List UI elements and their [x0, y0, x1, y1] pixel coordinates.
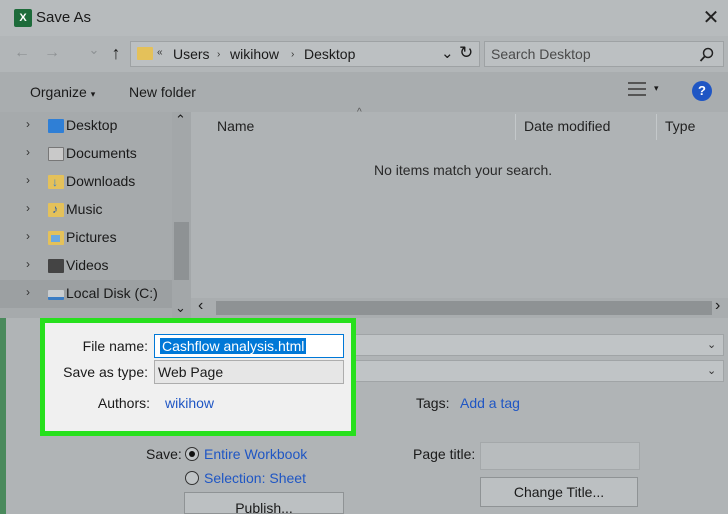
- help-icon[interactable]: ?: [692, 81, 712, 101]
- sort-arrow-icon: ^: [357, 107, 362, 118]
- forward-arrow-icon[interactable]: →: [42, 44, 62, 62]
- refresh-icon[interactable]: ↻: [459, 43, 473, 63]
- column-header-name[interactable]: Name: [217, 118, 254, 134]
- column-divider[interactable]: [515, 114, 516, 140]
- chevron-right-icon[interactable]: ›: [26, 285, 30, 299]
- column-divider[interactable]: [656, 114, 657, 140]
- file-list-pane: [191, 112, 728, 298]
- entire-workbook-option[interactable]: Entire Workbook: [204, 446, 307, 462]
- excel-icon: X: [14, 9, 32, 27]
- view-caret-icon[interactable]: ▾: [654, 83, 659, 94]
- view-options-icon[interactable]: [628, 82, 646, 96]
- entire-workbook-radio[interactable]: [185, 447, 199, 461]
- sidebar-item-music[interactable]: › ♪ Music: [0, 196, 172, 224]
- empty-message: No items match your search.: [374, 162, 553, 178]
- change-title-button[interactable]: Change Title...: [480, 477, 638, 507]
- toolbar: [0, 72, 728, 112]
- sidebar-item-label: Documents: [66, 145, 137, 161]
- page-title-input[interactable]: [480, 442, 640, 470]
- breadcrumb-sep-icon: ›: [217, 49, 221, 60]
- sidebar-item-pictures[interactable]: › Pictures: [0, 224, 172, 252]
- save-as-type-value: Web Page: [158, 364, 224, 380]
- sidebar-item-label: Videos: [66, 257, 109, 273]
- file-name-input[interactable]: Cashflow analysis.html: [154, 334, 344, 358]
- address-dropdown-icon[interactable]: ⌄: [441, 44, 454, 62]
- sidebar-item-label: Music: [66, 201, 103, 217]
- chevron-right-icon[interactable]: ›: [26, 145, 30, 159]
- organize-button[interactable]: Organize ▾: [30, 84, 95, 100]
- sidebar-item-downloads[interactable]: › ↓ Downloads: [0, 168, 172, 196]
- folder-icon: [137, 47, 153, 60]
- chevron-right-icon[interactable]: ›: [26, 229, 30, 243]
- save-as-type-label: Save as type:: [63, 364, 148, 380]
- selection-sheet-radio[interactable]: [185, 471, 199, 485]
- search-icon: [699, 47, 714, 62]
- authors-value[interactable]: wikihow: [165, 395, 214, 411]
- sidebar-item-label: Local Disk (C:): [66, 285, 158, 301]
- videos-folder-icon: [48, 259, 64, 273]
- authors-label: Authors:: [97, 395, 150, 411]
- desktop-folder-icon: [48, 119, 64, 133]
- file-name-value: Cashflow analysis.html: [160, 338, 307, 354]
- page-title-label: Page title:: [413, 446, 476, 462]
- tags-label: Tags:: [416, 395, 450, 411]
- documents-folder-icon: [48, 147, 64, 161]
- background-stripe: [0, 318, 6, 514]
- chevron-right-icon[interactable]: ›: [26, 257, 30, 271]
- recent-locations-icon[interactable]: ⌄: [84, 42, 104, 58]
- pictures-folder-icon: [48, 231, 64, 245]
- column-header-type[interactable]: Type: [665, 118, 695, 134]
- scroll-down-icon[interactable]: ⌄: [175, 300, 186, 316]
- chevron-right-icon[interactable]: ›: [26, 117, 30, 131]
- search-placeholder: Search Desktop: [491, 46, 591, 62]
- sidebar-item-label: Downloads: [66, 173, 136, 189]
- scroll-up-icon[interactable]: ⌃: [175, 112, 186, 128]
- selection-sheet-option[interactable]: Selection: Sheet: [204, 470, 306, 486]
- up-arrow-icon[interactable]: ↑: [106, 43, 126, 64]
- breadcrumb-wikihow[interactable]: wikihow: [230, 46, 279, 62]
- save-as-type-select[interactable]: Web Page: [154, 360, 344, 384]
- window-title: Save As: [36, 9, 92, 26]
- save-type-combo-extension[interactable]: ⌄: [352, 360, 724, 382]
- sidebar-item-label: Desktop: [66, 117, 118, 133]
- organize-caret-icon: ▾: [90, 89, 96, 99]
- publish-button[interactable]: Publish...: [184, 492, 344, 514]
- sidebar-item-desktop[interactable]: › Desktop: [0, 112, 172, 140]
- breadcrumb-overflow-icon[interactable]: «: [157, 47, 163, 58]
- add-tag-link[interactable]: Add a tag: [460, 395, 520, 411]
- chevron-down-icon[interactable]: ⌄: [707, 338, 716, 351]
- file-name-combo-extension[interactable]: ⌄: [352, 334, 724, 356]
- organize-label: Organize: [30, 84, 87, 100]
- breadcrumb-sep-icon: ›: [291, 49, 295, 60]
- chevron-down-icon[interactable]: ⌄: [707, 364, 716, 377]
- column-header-date-modified[interactable]: Date modified: [524, 118, 610, 134]
- address-bar[interactable]: « Users › wikihow › Desktop ⌄: [130, 41, 480, 67]
- back-arrow-icon[interactable]: ←: [12, 44, 32, 62]
- sidebar-item-local-disk[interactable]: › Local Disk (C:): [0, 280, 172, 308]
- title-bar: [0, 0, 728, 36]
- close-button[interactable]: ✕: [698, 5, 724, 31]
- music-folder-icon: ♪: [48, 203, 64, 217]
- sidebar-scrollbar[interactable]: [172, 112, 191, 318]
- drive-icon: [48, 290, 64, 300]
- scroll-right-icon[interactable]: ›: [715, 297, 720, 315]
- sidebar-item-documents[interactable]: › Documents: [0, 140, 172, 168]
- horizontal-scroll-thumb[interactable]: [216, 301, 712, 315]
- save-label: Save:: [146, 446, 182, 462]
- chevron-right-icon[interactable]: ›: [26, 201, 30, 215]
- breadcrumb-desktop[interactable]: Desktop: [304, 46, 355, 62]
- chevron-right-icon[interactable]: ›: [26, 173, 30, 187]
- downloads-folder-icon: ↓: [48, 175, 64, 189]
- sidebar-item-label: Pictures: [66, 229, 117, 245]
- breadcrumb-users[interactable]: Users: [173, 46, 210, 62]
- sidebar-scroll-thumb[interactable]: [174, 222, 189, 280]
- file-name-label: File name:: [82, 338, 148, 354]
- search-input[interactable]: Search Desktop: [484, 41, 724, 67]
- sidebar-item-videos[interactable]: › Videos: [0, 252, 172, 280]
- new-folder-button[interactable]: New folder: [129, 84, 196, 100]
- scroll-left-icon[interactable]: ‹: [198, 297, 203, 315]
